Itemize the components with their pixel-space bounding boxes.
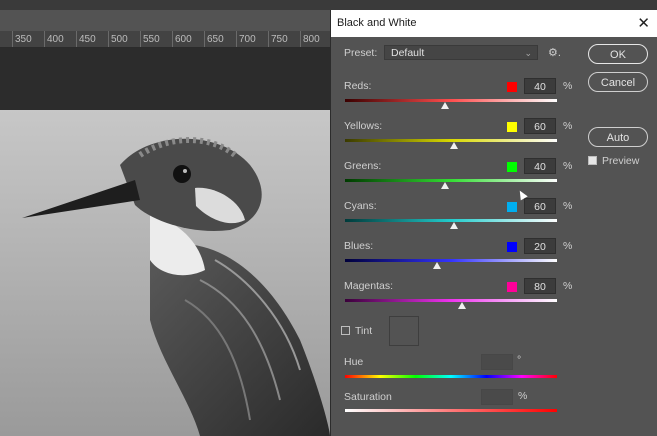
ruler-tick-line bbox=[204, 31, 205, 47]
ruler-tick-label: 750 bbox=[271, 34, 288, 45]
reds-slider-track[interactable] bbox=[345, 99, 557, 102]
greens-value-field[interactable]: 40 bbox=[524, 158, 556, 174]
ruler-tick-label: 450 bbox=[79, 34, 96, 45]
magentas-slider-track[interactable] bbox=[345, 299, 557, 302]
greens-swatch bbox=[507, 162, 517, 172]
ruler-tick-label: 500 bbox=[111, 34, 128, 45]
hue-unit: ° bbox=[517, 354, 522, 366]
greens-slider-thumb[interactable] bbox=[441, 182, 449, 189]
yellows-label: Yellows: bbox=[344, 120, 383, 132]
ruler-tick-line bbox=[268, 31, 269, 47]
yellows-value-field[interactable]: 60 bbox=[524, 118, 556, 134]
ruler-tick-line bbox=[172, 31, 173, 47]
black-and-white-dialog: Black and White ✕ Preset: Default ⌄ ⚙. O… bbox=[330, 10, 657, 436]
preview-checkbox[interactable] bbox=[588, 156, 597, 165]
ruler-tick-line bbox=[76, 31, 77, 47]
auto-button[interactable]: Auto bbox=[588, 127, 648, 147]
blues-value-field[interactable]: 20 bbox=[524, 238, 556, 254]
ruler-tick-line bbox=[12, 31, 13, 47]
greens-unit: % bbox=[563, 160, 573, 172]
yellows-unit: % bbox=[563, 120, 573, 132]
magentas-unit: % bbox=[563, 280, 573, 292]
ruler-tick-line bbox=[140, 31, 141, 47]
preset-dropdown[interactable]: Default ⌄ bbox=[384, 45, 538, 60]
ok-button[interactable]: OK bbox=[588, 44, 648, 64]
dialog-title: Black and White bbox=[337, 17, 417, 29]
saturation-value-field bbox=[481, 389, 513, 405]
grayscale-bird-photo[interactable] bbox=[0, 110, 340, 436]
ruler-tick-label: 650 bbox=[207, 34, 224, 45]
reds-slider-thumb[interactable] bbox=[441, 102, 449, 109]
blues-slider-thumb[interactable] bbox=[433, 262, 441, 269]
blues-slider-track[interactable] bbox=[345, 259, 557, 262]
blues-label: Blues: bbox=[344, 240, 374, 252]
horizontal-ruler: 350 400 450 500 550 600 650 700 750 800 bbox=[0, 31, 340, 48]
ruler-tick-label: 550 bbox=[143, 34, 160, 45]
cyans-label: Cyans: bbox=[344, 200, 377, 212]
magentas-label: Magentas: bbox=[344, 280, 394, 292]
cyans-unit: % bbox=[563, 200, 573, 212]
ruler-tick-line bbox=[236, 31, 237, 47]
hue-slider-track bbox=[345, 375, 557, 378]
preset-value: Default bbox=[391, 47, 425, 59]
ruler-tick-label: 400 bbox=[47, 34, 64, 45]
hue-label: Hue bbox=[344, 356, 364, 368]
chevron-down-icon: ⌄ bbox=[524, 48, 532, 58]
preview-label: Preview bbox=[602, 155, 640, 167]
ruler-tick-line bbox=[108, 31, 109, 47]
kingfisher-image bbox=[22, 137, 330, 436]
greens-label: Greens: bbox=[344, 160, 382, 172]
magentas-swatch bbox=[507, 282, 517, 292]
tint-label: Tint bbox=[355, 325, 373, 337]
cancel-button[interactable]: Cancel bbox=[588, 72, 648, 92]
reds-swatch bbox=[507, 82, 517, 92]
yellows-swatch bbox=[507, 122, 517, 132]
canvas-pasteboard bbox=[0, 48, 340, 110]
app-top-bar bbox=[0, 0, 657, 10]
saturation-label: Saturation bbox=[344, 391, 392, 403]
reds-value-field[interactable]: 40 bbox=[524, 78, 556, 94]
yellows-slider-thumb[interactable] bbox=[450, 142, 458, 149]
dialog-title-bar: Black and White ✕ bbox=[331, 10, 657, 37]
blues-swatch bbox=[507, 242, 517, 252]
ruler-tick-label: 800 bbox=[303, 34, 320, 45]
reds-unit: % bbox=[563, 80, 573, 92]
ruler-tick-line bbox=[300, 31, 301, 47]
tint-color-swatch[interactable] bbox=[389, 316, 419, 346]
saturation-unit: % bbox=[518, 390, 528, 402]
ruler-tick-label: 600 bbox=[175, 34, 192, 45]
cyans-swatch bbox=[507, 202, 517, 212]
cyans-slider-thumb[interactable] bbox=[450, 222, 458, 229]
greens-slider-track[interactable] bbox=[345, 179, 557, 182]
saturation-slider-track bbox=[345, 409, 557, 412]
preset-label: Preset: bbox=[344, 47, 378, 59]
cyans-value-field[interactable]: 60 bbox=[524, 198, 556, 214]
magentas-value-field[interactable]: 80 bbox=[524, 278, 556, 294]
reds-label: Reds: bbox=[344, 80, 372, 92]
tint-checkbox[interactable] bbox=[341, 326, 350, 335]
hue-value-field bbox=[481, 354, 513, 370]
ruler-tick-label: 700 bbox=[239, 34, 256, 45]
ruler-tick-label: 350 bbox=[15, 34, 32, 45]
close-icon[interactable]: ✕ bbox=[637, 14, 650, 32]
magentas-slider-thumb[interactable] bbox=[458, 302, 466, 309]
blues-unit: % bbox=[563, 240, 573, 252]
ruler-tick-line bbox=[44, 31, 45, 47]
gear-icon[interactable]: ⚙. bbox=[548, 46, 561, 59]
